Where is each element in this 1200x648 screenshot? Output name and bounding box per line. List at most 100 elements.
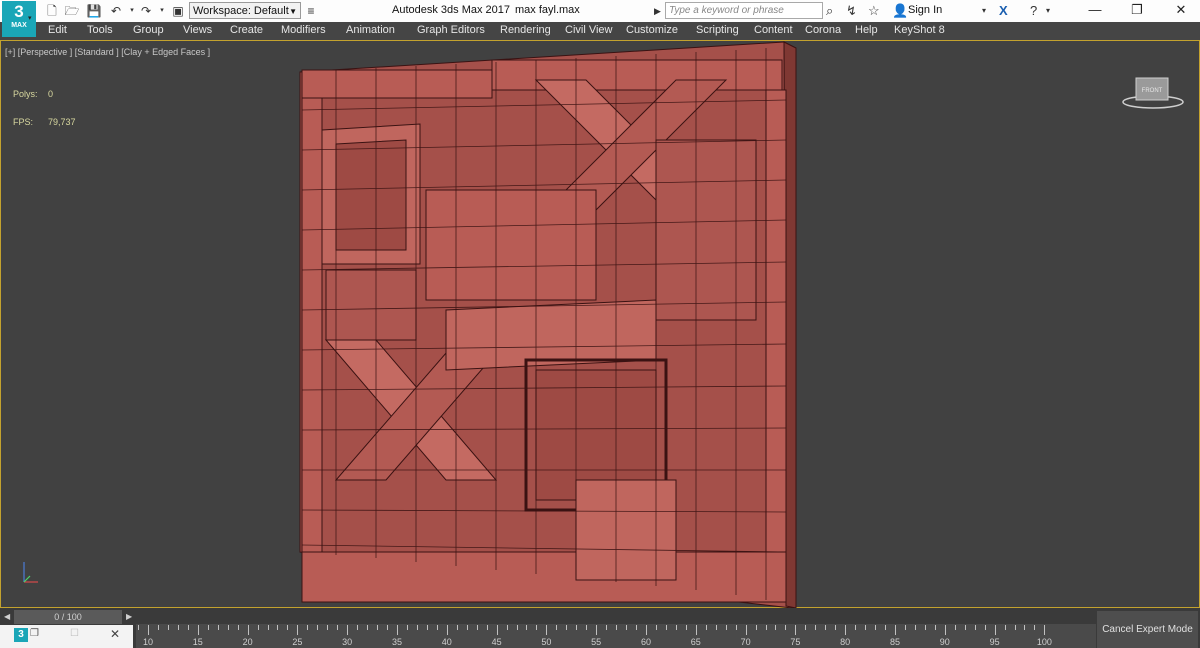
menu-views[interactable]: Views	[183, 24, 212, 36]
timeline-tick	[397, 625, 398, 635]
timeline-tick	[138, 625, 140, 630]
binoculars-icon[interactable]: ⌕	[826, 3, 833, 19]
menu-content[interactable]: Content	[754, 24, 793, 36]
user-icon[interactable]: 👤	[892, 3, 908, 19]
menu-create[interactable]: Create	[230, 24, 263, 36]
timeline-tick	[616, 625, 618, 630]
search-expand-icon[interactable]: ▶	[654, 3, 661, 19]
top-border-left	[301, 69, 493, 99]
taskbar-maximize-icon[interactable]: ☐	[70, 628, 79, 639]
timeline-tick	[606, 625, 608, 630]
timeline-tick-label: 40	[441, 637, 452, 647]
minimize-button[interactable]: —	[1080, 1, 1110, 19]
app-menu-dropdown-icon[interactable]: ▾	[28, 14, 32, 22]
frame-tl-inner	[335, 139, 407, 251]
timeline-tick	[436, 625, 438, 630]
timeline-tick	[954, 625, 956, 630]
menu-corona[interactable]: Corona	[805, 24, 841, 36]
customize-quick-access-icon[interactable]: ≡	[303, 3, 319, 19]
sign-in-dropdown-icon[interactable]: ▾	[982, 3, 986, 19]
timeline-tick-label: 50	[541, 637, 552, 647]
project-folder-icon[interactable]: ▣	[170, 3, 186, 19]
menu-scripting[interactable]: Scripting	[696, 24, 739, 36]
menu-group[interactable]: Group	[133, 24, 164, 36]
time-slider-next-icon[interactable]: ▶	[126, 610, 132, 624]
help-dropdown-icon[interactable]: ▾	[1046, 3, 1050, 19]
left-block	[325, 269, 417, 341]
menu-modifiers[interactable]: Modifiers	[281, 24, 326, 36]
timeline-tick-label: 65	[690, 637, 701, 647]
title-bar: 3 MAX ▾ 🗋 🗁 💾 ↶ ▾ ↷ ▾ ▣ Workspace: Defau…	[0, 0, 1200, 37]
timeline-tick	[825, 625, 827, 630]
menu-keyshot[interactable]: KeyShot 8	[894, 24, 945, 36]
timeline-tick	[815, 625, 817, 630]
menu-civil-view[interactable]: Civil View	[565, 24, 612, 36]
sign-in-link[interactable]: Sign In	[908, 4, 942, 16]
search-input[interactable]: Type a keyword or phrase	[665, 2, 823, 19]
time-slider[interactable]: 0 / 100	[14, 610, 122, 624]
cancel-expert-mode-button[interactable]: Cancel Expert Mode	[1097, 611, 1198, 648]
taskbar-restore-icon[interactable]: ❐	[30, 628, 39, 639]
viewcube[interactable]: FRONT	[1120, 70, 1186, 110]
file-name: max fayl.max	[515, 4, 580, 16]
timeline-tick	[626, 625, 628, 630]
timeline-tick	[1014, 625, 1016, 630]
time-slider-prev-icon[interactable]: ◀	[4, 610, 10, 624]
redo-icon[interactable]: ↷	[138, 3, 154, 19]
menu-edit[interactable]: Edit	[48, 24, 67, 36]
timeline-tick-label: 35	[391, 637, 403, 647]
timeline-tick	[257, 625, 259, 630]
timeline-tick	[924, 625, 926, 630]
timeline-tick	[317, 625, 319, 630]
exchange-apps-icon[interactable]: X	[999, 3, 1008, 19]
taskbar-close-icon[interactable]: ✕	[110, 627, 120, 641]
timeline-tick	[157, 625, 159, 630]
workspace-dropdown[interactable]: Workspace: Default ▼	[189, 2, 301, 19]
taskbar-app-icon[interactable]: 3	[14, 628, 28, 642]
menu-animation[interactable]: Animation	[346, 24, 395, 36]
favorites-star-icon[interactable]: ☆	[868, 3, 880, 19]
save-icon[interactable]: 💾	[86, 3, 102, 19]
timeline-tick	[646, 625, 647, 635]
menu-customize[interactable]: Customize	[626, 24, 678, 36]
right-block	[655, 139, 757, 321]
viewport-label[interactable]: [+] [Perspective ] [Standard ] [Clay + E…	[5, 47, 210, 57]
timeline-tick	[426, 625, 428, 630]
timeline-tick	[327, 625, 329, 630]
timeline-tick	[267, 625, 269, 630]
timeline-tick	[496, 625, 498, 635]
open-file-icon[interactable]: 🗁	[64, 3, 80, 19]
timeline-tick	[247, 625, 249, 635]
timeline-tick	[994, 625, 996, 635]
relief-panel-model[interactable]	[296, 40, 800, 608]
bottom-border	[301, 551, 787, 603]
timeline-tick	[835, 625, 837, 630]
timeline-tick	[1004, 625, 1006, 630]
timeline-tick	[785, 625, 787, 630]
timeline-tick-label: 100	[1036, 637, 1052, 647]
communication-center-icon[interactable]: ↯	[846, 3, 857, 19]
maximize-button[interactable]: ❐	[1122, 1, 1152, 19]
timeline-tick-label: 75	[790, 637, 801, 647]
redo-dropdown-icon[interactable]: ▾	[154, 3, 170, 19]
menu-help[interactable]: Help	[855, 24, 878, 36]
close-button[interactable]: ✕	[1166, 1, 1196, 19]
menu-rendering[interactable]: Rendering	[500, 24, 551, 36]
new-file-icon[interactable]: 🗋	[44, 3, 60, 19]
chevron-down-icon: ▼	[289, 7, 297, 16]
fps-value: 79,737	[48, 117, 76, 127]
timeline-tick	[207, 625, 209, 630]
undo-icon[interactable]: ↶	[108, 3, 124, 19]
menu-graph-editors[interactable]: Graph Editors	[417, 24, 485, 36]
help-icon[interactable]: ?	[1030, 3, 1037, 19]
timeline-tick	[486, 625, 488, 630]
timeline-tick	[1044, 625, 1046, 635]
timeline-tick	[805, 625, 807, 630]
timeline-tick	[586, 625, 588, 630]
polys-label: Polys:	[13, 89, 38, 99]
timeline-tick	[466, 625, 468, 630]
menu-tools[interactable]: Tools	[87, 24, 113, 36]
timeline-tick-label: 15	[192, 637, 203, 647]
left-border	[301, 97, 323, 553]
timeline-tick-label: 90	[939, 637, 950, 647]
